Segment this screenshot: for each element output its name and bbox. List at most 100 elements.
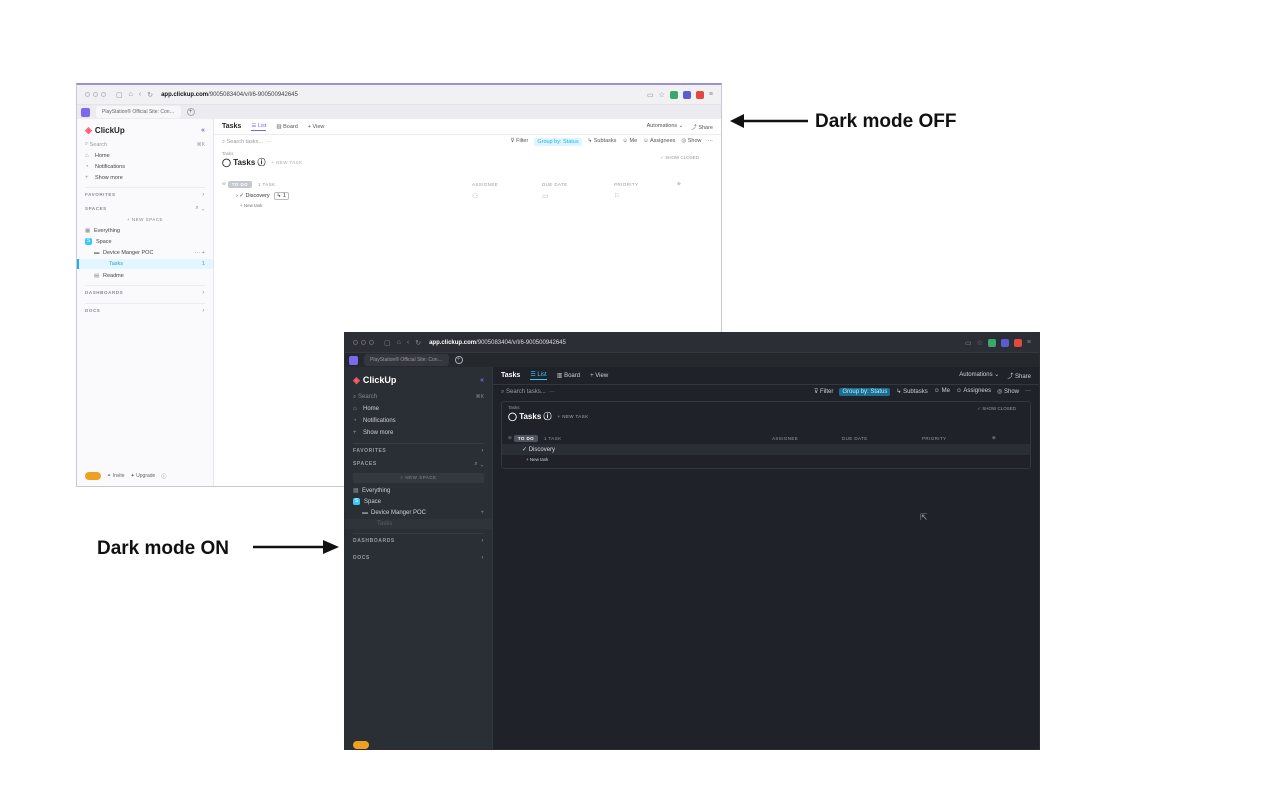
help-icon[interactable]: ⓘ: [161, 473, 166, 480]
space-everything[interactable]: ▦ Everything: [353, 485, 484, 496]
automations-button[interactable]: Automations ⌄: [647, 123, 684, 131]
extension-icon[interactable]: [1013, 338, 1022, 347]
docs-header[interactable]: DOCS ›: [353, 551, 484, 565]
favorites-header[interactable]: FAVORITES ›: [353, 443, 484, 457]
new-task-header-button[interactable]: + NEW TASK: [272, 160, 303, 165]
extension-icon[interactable]: [695, 90, 704, 99]
task-search-input[interactable]: ⌕ Search tasks... ···: [222, 139, 272, 146]
collapse-group-icon[interactable]: ⊖: [222, 181, 228, 187]
add-view-button[interactable]: + View: [308, 124, 325, 130]
sidebar-item-home[interactable]: ⌂ Home: [85, 150, 205, 161]
info-icon[interactable]: ⓘ: [258, 157, 266, 168]
browser-nav-buttons[interactable]: ▢ ⌂ ‹ ↻: [384, 339, 421, 347]
calendar-icon[interactable]: ▭: [542, 192, 549, 200]
upgrade-link[interactable]: ✦ Upgrade: [131, 473, 156, 479]
list-item-tasks[interactable]: Tasks 1: [77, 259, 213, 269]
back-icon[interactable]: ‹: [139, 91, 141, 99]
new-space-button[interactable]: + NEW SPACE: [85, 215, 205, 225]
column-due-date[interactable]: DUE DATE: [542, 182, 568, 187]
sidebar-item-show-more[interactable]: + Show more: [353, 427, 484, 439]
address-bar[interactable]: app.clickup.com/9005083404/v/l/6-9005009…: [161, 92, 298, 98]
tab-board[interactable]: ▥ Board: [557, 372, 580, 379]
reload-icon[interactable]: ↻: [147, 91, 153, 99]
window-controls[interactable]: [85, 92, 106, 97]
show-closed-toggle[interactable]: ✓ SHOW CLOSED: [977, 406, 1016, 412]
home-icon[interactable]: ⌂: [397, 339, 401, 347]
subtasks-button[interactable]: ↳ Subtasks: [896, 388, 927, 396]
new-task-row[interactable]: + New task: [222, 201, 713, 211]
sidebar-item-notifications[interactable]: ◔ Notifications: [85, 161, 205, 172]
browser-tab[interactable]: PlayStation® Official Site: Con…: [96, 106, 181, 118]
sidebar-item-show-more[interactable]: + Show more: [85, 172, 205, 183]
new-task-row[interactable]: + New task: [508, 455, 1024, 465]
list-item-tasks[interactable]: Tasks: [345, 519, 492, 529]
tab-list[interactable]: ☰ List: [530, 371, 547, 380]
folder-actions-icon[interactable]: ··· +: [195, 250, 205, 256]
collapse-sidebar-icon[interactable]: «: [480, 377, 484, 384]
column-assignee[interactable]: ASSIGNEE: [772, 436, 798, 441]
column-priority[interactable]: PRIORITY: [614, 182, 638, 187]
assignees-button[interactable]: ☺ Assignees: [643, 138, 675, 146]
filter-button[interactable]: ⊽ Filter: [814, 388, 833, 396]
folder-item[interactable]: ▬ Device Manger POC +: [353, 507, 484, 518]
subtask-count[interactable]: ↳ 1: [273, 191, 289, 200]
share-button[interactable]: ⤴ Share: [691, 123, 713, 131]
dashboards-header[interactable]: DASHBOARDS ›: [353, 533, 484, 547]
group-by-button[interactable]: Group by: Status: [839, 388, 891, 396]
star-icon[interactable]: ☆: [977, 339, 983, 347]
status-badge[interactable]: TO DO: [513, 434, 538, 442]
status-badge[interactable]: TO DO: [227, 180, 252, 188]
filter-button[interactable]: ⊽ Filter: [511, 138, 529, 146]
show-closed-toggle[interactable]: ✓ SHOW CLOSED: [660, 155, 699, 161]
sidebar-item-notifications[interactable]: ◔ Notifications: [353, 415, 484, 427]
add-column-icon[interactable]: ⊕: [677, 181, 681, 187]
table-row[interactable]: ✓ Discovery: [502, 444, 1030, 455]
star-icon[interactable]: ☆: [659, 91, 665, 99]
me-button[interactable]: ☺ Me: [934, 388, 950, 396]
back-icon[interactable]: ‹: [407, 339, 409, 347]
search-chevron-icon[interactable]: ⌕ ⌄: [474, 461, 484, 468]
new-tab-button[interactable]: +: [186, 108, 195, 116]
task-name[interactable]: Discovery: [246, 193, 270, 199]
more-options-icon[interactable]: ···: [708, 138, 714, 146]
dashboards-header[interactable]: DASHBOARDS ›: [85, 285, 205, 299]
avatar[interactable]: [85, 472, 101, 480]
new-space-button[interactable]: + NEW SPACE: [353, 473, 484, 483]
space-item[interactable]: S Space: [85, 236, 205, 247]
task-name[interactable]: Discovery: [529, 447, 555, 453]
search-chevron-icon[interactable]: ⌕ ⌄: [195, 205, 205, 212]
window-controls[interactable]: [353, 340, 374, 345]
extension-icon[interactable]: [669, 90, 678, 99]
assignee-icon[interactable]: ⚇: [472, 192, 478, 200]
favorites-header[interactable]: FAVORITES ›: [85, 187, 205, 201]
new-tab-button[interactable]: +: [454, 356, 463, 364]
column-priority[interactable]: PRIORITY: [922, 436, 946, 441]
show-button[interactable]: ◎ Show: [997, 388, 1019, 396]
sidebar-item-home[interactable]: ⌂ Home: [353, 403, 484, 415]
spaces-header[interactable]: SPACES ⌕ ⌄: [353, 457, 484, 471]
share-button[interactable]: ⤴ Share: [1007, 371, 1031, 380]
more-options-icon[interactable]: ···: [1025, 388, 1031, 396]
extension-icon[interactable]: [1000, 338, 1009, 347]
tab-board[interactable]: ▥ Board: [276, 124, 297, 130]
show-button[interactable]: ◎ Show: [681, 138, 701, 146]
sidebar-search[interactable]: ⌕ Search ⌘K: [85, 139, 205, 150]
group-by-button[interactable]: Group by: Status: [534, 138, 582, 146]
menu-icon[interactable]: ≡: [1027, 339, 1031, 346]
collapse-sidebar-icon[interactable]: «: [201, 127, 205, 134]
docs-header[interactable]: DOCS ›: [85, 303, 205, 317]
spaces-header[interactable]: SPACES ⌕ ⌄: [85, 201, 205, 215]
space-item[interactable]: S Space: [353, 496, 484, 507]
automations-button[interactable]: Automations ⌄: [959, 371, 999, 380]
table-row[interactable]: › ✓ Discovery ↳ 1 ⚇ ▭ ⚐: [222, 190, 713, 201]
column-assignee[interactable]: ASSIGNEE: [472, 182, 498, 187]
priority-flag-icon[interactable]: ⚐: [614, 192, 620, 200]
cast-icon[interactable]: ▭: [647, 91, 654, 99]
browser-tab[interactable]: PlayStation® Official Site: Con…: [364, 354, 449, 366]
assignees-button[interactable]: ☺ Assignees: [956, 388, 991, 396]
address-bar[interactable]: app.clickup.com/9005083404/v/l/6-9005009…: [429, 340, 566, 346]
column-due-date[interactable]: DUE DATE: [842, 436, 868, 441]
extension-icon[interactable]: [987, 338, 996, 347]
sidebar-search[interactable]: ⌕ Search ⌘K: [353, 391, 484, 403]
space-everything[interactable]: ▦ Everything: [85, 225, 205, 236]
